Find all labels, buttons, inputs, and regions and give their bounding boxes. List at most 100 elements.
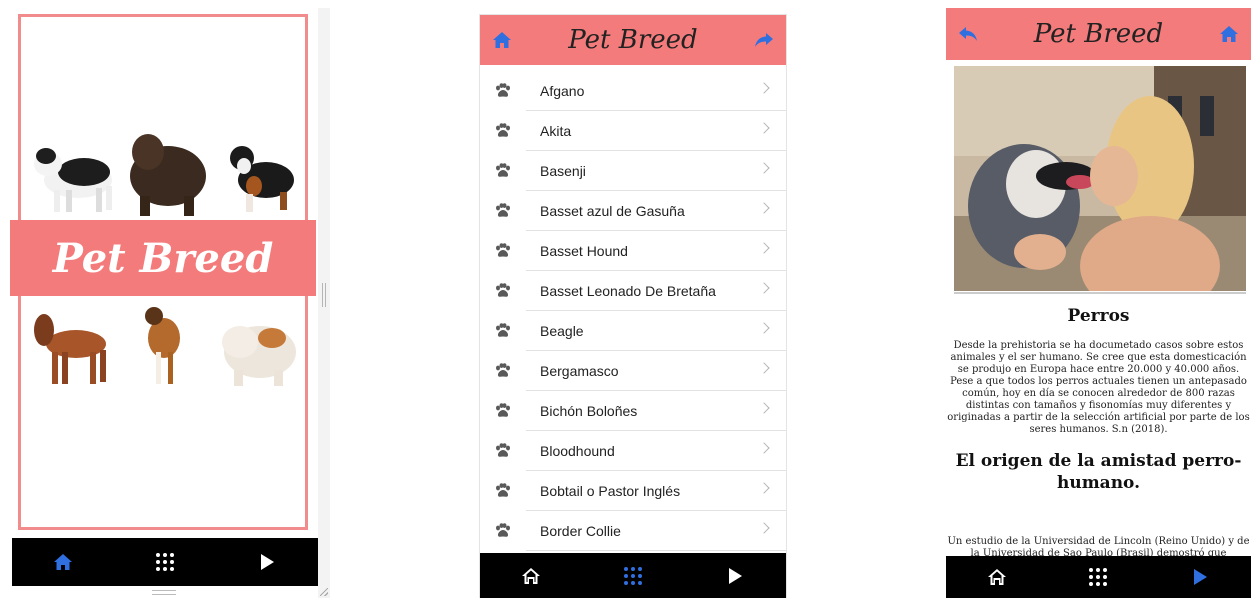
paw-icon <box>496 243 510 257</box>
list-item[interactable]: Bichón Boloñes <box>480 391 786 431</box>
detail-header: Pet Breed <box>946 8 1251 60</box>
paw-icon-wrap <box>480 123 526 139</box>
list-item[interactable]: Beagle <box>480 311 786 351</box>
paw-icon <box>496 83 510 97</box>
breed-list: Afgano Akita Basenji Basset azul de Gasuña B… <box>480 71 786 551</box>
dog-image-bernese <box>230 146 294 212</box>
divider <box>954 292 1246 294</box>
paw-icon <box>496 483 510 497</box>
list-item[interactable]: Bloodhound <box>480 431 786 471</box>
list-item[interactable]: Border Collie <box>480 511 786 551</box>
paw-icon <box>496 523 510 537</box>
back-button[interactable] <box>946 9 990 59</box>
bottom-tab-bar <box>946 556 1251 598</box>
paw-icon <box>496 123 510 137</box>
grid-icon <box>156 553 174 571</box>
section-subheading: El origen de la amistad perro-humano. <box>955 451 1242 493</box>
paw-icon-wrap <box>480 283 526 299</box>
home-icon <box>987 569 1006 585</box>
paw-icon-wrap <box>480 83 526 99</box>
tab-play[interactable] <box>247 542 287 582</box>
breed-name: Basset Hound <box>526 231 786 271</box>
breed-name: Basset Leonado De Bretaña <box>526 271 786 311</box>
tab-home[interactable] <box>977 557 1017 597</box>
breed-name: Bloodhound <box>526 431 786 471</box>
list-item[interactable]: Akita <box>480 111 786 151</box>
tab-grid[interactable] <box>1078 557 1118 597</box>
paw-icon-wrap <box>480 323 526 339</box>
dog-image-bergamasco <box>130 134 206 216</box>
resize-corner[interactable] <box>320 588 328 596</box>
paw-icon <box>496 443 510 457</box>
paw-icon <box>496 323 510 337</box>
paw-icon-wrap <box>480 403 526 419</box>
tab-home[interactable] <box>511 556 551 596</box>
dog-image-collie <box>34 148 112 212</box>
list-header: Pet Breed <box>480 15 786 65</box>
list-item[interactable]: Afgano <box>480 71 786 111</box>
breed-name: Border Collie <box>526 511 786 551</box>
list-item[interactable]: Bobtail o Pastor Inglés <box>480 471 786 511</box>
intro-paragraph: Desde la prehistoria se ha documetado ca… <box>947 340 1250 435</box>
tab-home[interactable] <box>43 542 83 582</box>
bottom-tab-bar <box>12 538 318 586</box>
home-button[interactable] <box>480 15 524 65</box>
paw-icon-wrap <box>480 243 526 259</box>
breed-name: Basenji <box>526 151 786 191</box>
home-icon <box>1220 26 1238 42</box>
breed-name: Beagle <box>526 311 786 351</box>
resize-grip[interactable] <box>152 590 176 595</box>
paw-icon-wrap <box>480 443 526 459</box>
dog-photo <box>954 66 1246 291</box>
home-button[interactable] <box>1207 9 1251 59</box>
breed-name: Afgano <box>526 71 786 111</box>
page-title: Pet Breed <box>568 25 698 55</box>
share-icon <box>755 33 773 47</box>
list-item[interactable]: Basset azul de Gasuña <box>480 191 786 231</box>
breed-list-screen: Pet Breed Afgano Akita Basenji Basset azul … <box>479 14 787 598</box>
paw-icon <box>496 203 510 217</box>
home-icon <box>522 568 540 584</box>
dog-image-boxer <box>145 307 180 384</box>
breed-name: Bichón Boloñes <box>526 391 786 431</box>
tab-play[interactable] <box>715 556 755 596</box>
list-item[interactable]: Basset Leonado De Bretaña <box>480 271 786 311</box>
breed-name: Akita <box>526 111 786 151</box>
paw-icon <box>496 283 510 297</box>
home-icon <box>493 32 511 48</box>
brand-title: Pet Breed <box>52 234 274 282</box>
share-button[interactable] <box>742 15 786 65</box>
play-icon <box>260 554 274 570</box>
breed-name: Bergamasco <box>526 351 786 391</box>
paw-icon <box>496 363 510 377</box>
splash-screen: Pet Breed <box>10 8 318 586</box>
section-heading: Perros <box>1067 306 1130 326</box>
home-icon <box>54 554 72 570</box>
back-icon <box>959 27 977 41</box>
grid-icon <box>1089 568 1108 586</box>
list-item[interactable]: Basenji <box>480 151 786 191</box>
tab-grid[interactable] <box>145 542 185 582</box>
breed-name: Basset azul de Gasuña <box>526 191 786 231</box>
paw-icon <box>496 403 510 417</box>
bottom-tab-bar <box>480 553 786 598</box>
detail-screen: Pet Breed Perros Desde la prehistoria se <box>946 8 1251 598</box>
list-item[interactable]: Basset Hound <box>480 231 786 271</box>
tab-grid[interactable] <box>613 556 653 596</box>
grid-icon <box>624 567 642 585</box>
brand-banner: Pet Breed <box>10 220 316 296</box>
dog-image-bulldog <box>222 326 296 386</box>
paw-icon-wrap <box>480 363 526 379</box>
tab-play[interactable] <box>1180 557 1220 597</box>
list-item[interactable]: Bergamasco <box>480 351 786 391</box>
paw-icon-wrap <box>480 163 526 179</box>
paw-icon-wrap <box>480 483 526 499</box>
paw-icon-wrap <box>480 203 526 219</box>
scrollbar-grip[interactable] <box>322 283 326 307</box>
page-title: Pet Breed <box>1033 19 1164 49</box>
paw-icon-wrap <box>480 523 526 539</box>
paw-icon <box>496 163 510 177</box>
play-icon <box>728 568 742 584</box>
breed-name: Bobtail o Pastor Inglés <box>526 471 786 511</box>
play-icon <box>1193 569 1207 585</box>
